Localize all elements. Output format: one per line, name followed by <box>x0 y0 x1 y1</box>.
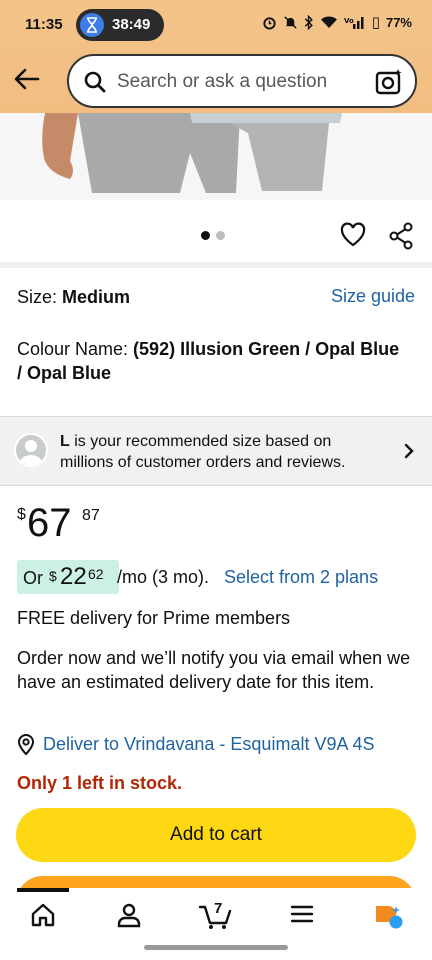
status-bar: 11:35 38:49 Vo ▯ 77% <box>0 0 432 48</box>
installment-fraction: 62 <box>88 566 104 582</box>
alarm-icon <box>263 16 276 30</box>
wifi-icon <box>320 16 337 28</box>
timer-pill[interactable]: 38:49 <box>76 9 164 41</box>
avatar-icon <box>14 433 48 467</box>
chevron-right-icon <box>404 443 414 464</box>
share-icon <box>389 222 413 250</box>
back-button[interactable] <box>14 68 44 92</box>
hourglass-icon <box>80 13 104 37</box>
status-time: 11:35 <box>25 16 63 33</box>
system-icons: Vo ▯ 77% <box>262 13 412 31</box>
battery-icon: ▯ <box>371 14 380 31</box>
timer-value: 38:49 <box>112 16 151 33</box>
installment-currency: $ <box>49 568 57 584</box>
price-whole: 67 <box>27 501 72 545</box>
colour-label: Colour Name: <box>17 339 134 359</box>
cart-count-badge: 7 <box>214 900 223 917</box>
installment-whole: 22 <box>60 563 87 590</box>
size-selection: Size: Medium <box>17 287 130 308</box>
heart-icon <box>340 222 366 247</box>
carousel-dot[interactable] <box>216 231 225 240</box>
size-label: Size: <box>17 287 63 307</box>
stock-status: Only 1 left in stock. <box>17 773 183 793</box>
add-to-cart-button[interactable]: Add to cart <box>16 808 416 862</box>
installment-prefix: Or <box>23 568 43 588</box>
size-value: Medium <box>62 287 131 307</box>
wishlist-button[interactable] <box>340 222 366 253</box>
product-image[interactable] <box>0 113 432 200</box>
search-input[interactable]: Search or ask a question <box>117 71 327 93</box>
carousel-dot-active[interactable] <box>201 231 210 240</box>
recommended-size: L <box>60 433 70 450</box>
mute-icon <box>284 15 297 29</box>
price-currency: $ <box>17 506 26 523</box>
section-divider <box>0 262 432 268</box>
search-bar[interactable]: Search or ask a question <box>67 54 417 108</box>
camera-lens-icon[interactable] <box>375 68 403 101</box>
svg-text:Vo: Vo <box>344 17 354 25</box>
deliver-to-text: Deliver to Vrindavana - Esquimalt V9A 4S <box>43 734 375 754</box>
recommendation-message: is your recommended size based on millio… <box>60 433 346 471</box>
installment-term: /mo (3 mo). <box>117 567 210 587</box>
rufus-icon[interactable] <box>372 902 406 937</box>
arrow-left-icon <box>14 68 40 90</box>
account-icon[interactable] <box>116 902 142 933</box>
select-plans-link[interactable]: Select from 2 plans <box>224 567 378 588</box>
colour-name: Colour Name: (592) Illusion Green / Opal… <box>17 337 407 385</box>
size-recommendation-banner[interactable]: L is your recommended size based on mill… <box>0 416 432 486</box>
bluetooth-icon <box>304 14 313 30</box>
price-fraction: 87 <box>82 507 100 524</box>
gesture-home-bar[interactable] <box>144 945 288 950</box>
signal-icon: Vo <box>344 17 364 29</box>
free-delivery-text: FREE delivery for Prime members <box>17 608 291 628</box>
size-guide-link[interactable]: Size guide <box>331 286 415 307</box>
battery-level: 77% <box>385 14 412 30</box>
installment-badge: Or $ 22 62 <box>17 560 119 594</box>
share-button[interactable] <box>388 222 414 255</box>
location-pin-icon <box>17 734 35 761</box>
recommendation-text: L is your recommended size based on mill… <box>60 431 380 473</box>
carousel-dots[interactable] <box>201 231 225 240</box>
app-header: 11:35 38:49 Vo ▯ 77% Search or ask a que… <box>0 0 432 113</box>
active-tab-indicator <box>17 888 69 892</box>
menu-icon[interactable] <box>290 902 314 931</box>
home-icon[interactable] <box>30 902 56 933</box>
search-icon <box>83 70 107 99</box>
order-note: Order now and we’ll notify you via email… <box>17 648 411 692</box>
